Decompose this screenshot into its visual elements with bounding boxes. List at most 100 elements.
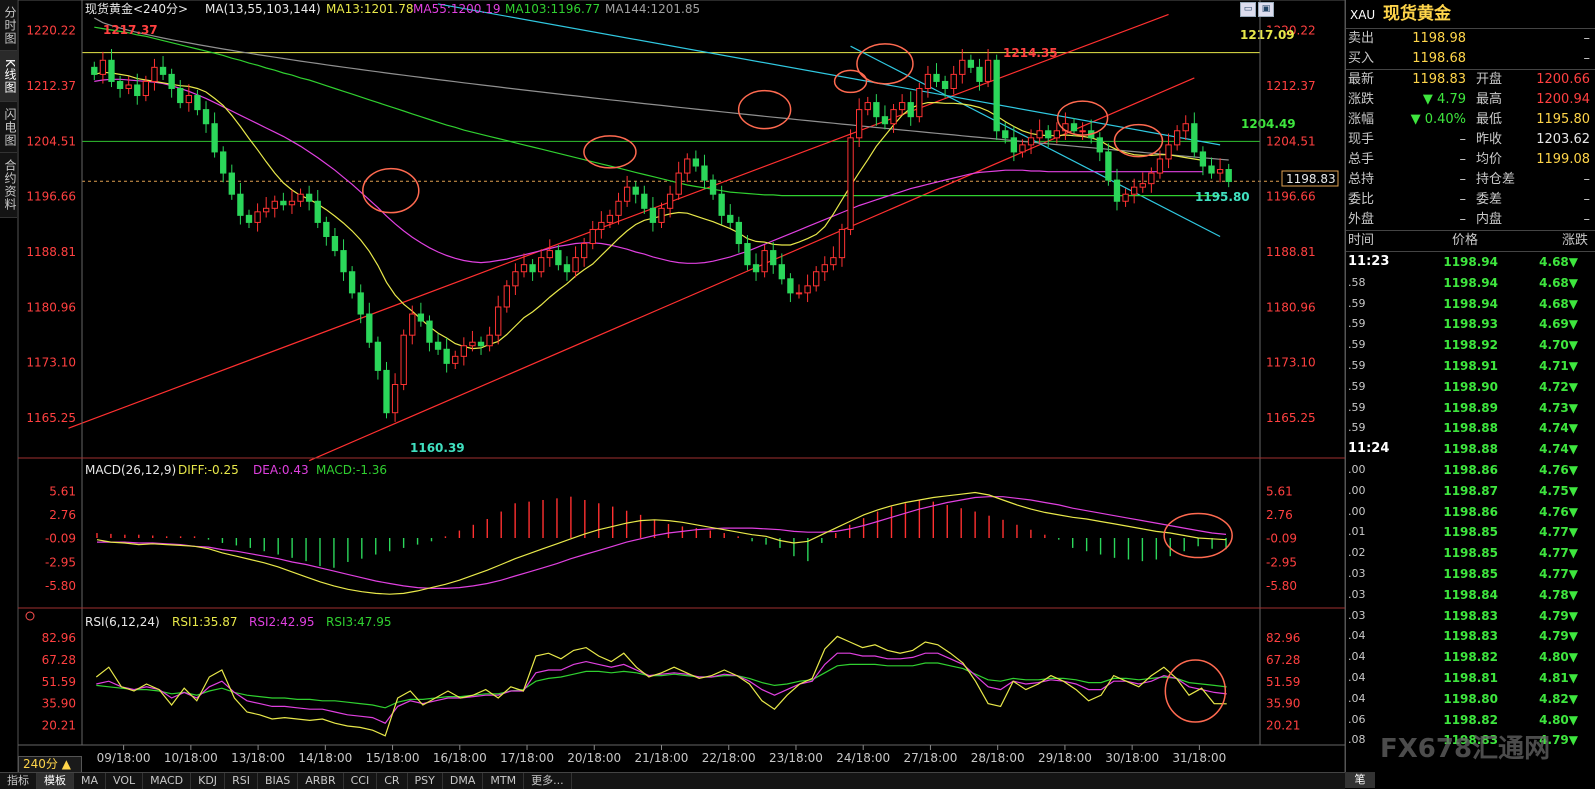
indicator-tab[interactable]: PSY xyxy=(408,773,443,789)
rsi1-label: RSI1:35.87 xyxy=(172,615,238,629)
quote-label: 持仓差 xyxy=(1476,172,1516,187)
rsi1-line xyxy=(95,635,1227,737)
ma-label: MA(13,55,103,144) xyxy=(205,2,321,16)
indicator-tab[interactable]: ARBR xyxy=(298,773,344,789)
period-selector[interactable]: 240分 ▲ xyxy=(18,756,82,773)
ma55-line xyxy=(94,78,1203,264)
candle-body xyxy=(907,102,914,118)
trade-time: .59 xyxy=(1348,421,1366,435)
candle-body xyxy=(1182,123,1189,132)
indicator-tab[interactable]: VOL xyxy=(106,773,144,789)
candle-body xyxy=(142,80,150,97)
price-tick-left: 1165.25 xyxy=(26,411,76,425)
candle-body xyxy=(1165,144,1172,160)
trades-header-time: 时间 xyxy=(1348,233,1375,248)
trade-time: .04 xyxy=(1348,650,1366,664)
rsi2-line xyxy=(96,652,1227,724)
tab-timeshare[interactable]: 分时图 xyxy=(0,0,17,51)
candle-body xyxy=(185,95,192,104)
highlight-circle xyxy=(737,89,792,130)
trade-row: .03 1198.84 4.78▼ xyxy=(1346,585,1595,606)
indicator-tab[interactable]: KDJ xyxy=(191,773,226,789)
trade-price: 1198.94 xyxy=(1443,275,1498,290)
trade-price: 1198.94 xyxy=(1443,255,1498,269)
quote-value: – xyxy=(1583,172,1591,187)
quote-label: 委差 xyxy=(1476,192,1503,207)
quote-value: 1198.83 xyxy=(1412,72,1466,87)
candle-body xyxy=(357,292,364,315)
candle-body xyxy=(993,59,1000,132)
indicator-tab[interactable]: 模板 xyxy=(37,773,74,789)
price-tick-left: 1188.81 xyxy=(26,245,76,259)
trade-change: 4.77▼ xyxy=(1539,566,1578,581)
x-tick-label: 15/18:00 xyxy=(366,751,420,765)
indicator-tab[interactable]: 指标 xyxy=(0,773,37,789)
trade-time: .04 xyxy=(1348,670,1366,684)
quote-label: 最低 xyxy=(1476,112,1503,127)
candle-body xyxy=(821,264,828,273)
candle-body xyxy=(813,271,820,287)
candle-body xyxy=(838,228,846,259)
rsi-tick-right: 35.90 xyxy=(1266,697,1300,711)
trade-change: 4.72▼ xyxy=(1539,379,1578,394)
level-top-label: 1217.09 xyxy=(1240,28,1295,42)
candle-body xyxy=(1113,179,1121,202)
trade-row: .59 1198.88 4.74▼ xyxy=(1346,418,1595,439)
trade-time: 11:23 xyxy=(1348,254,1390,269)
trade-time: .02 xyxy=(1348,546,1366,560)
quote-value: 1195.80 xyxy=(1536,112,1590,127)
candle-body xyxy=(460,345,468,357)
indicator-tab[interactable]: BIAS xyxy=(258,773,299,789)
indicator-tab[interactable]: MA xyxy=(74,773,107,789)
macd-tick-right: -2.95 xyxy=(1266,555,1297,569)
candle-body xyxy=(855,109,863,139)
tab-flash[interactable]: 闪电图 xyxy=(0,102,17,153)
trade-row: 11:23 1198.94 4.68▼ xyxy=(1346,252,1595,273)
rsi3-line xyxy=(96,662,1227,709)
trade-change: 4.77▼ xyxy=(1539,546,1578,561)
trade-time: .03 xyxy=(1348,608,1366,622)
trade-change: 4.75▼ xyxy=(1539,483,1578,498)
candle-body xyxy=(984,59,992,82)
candle-body xyxy=(452,355,459,364)
candle-body xyxy=(641,193,648,209)
maximize-icon[interactable]: ▣ xyxy=(1258,2,1274,17)
rsi-tick-right: 82.96 xyxy=(1266,631,1300,645)
tab-kline[interactable]: K线图 xyxy=(0,51,17,102)
indicator-tab[interactable]: DMA xyxy=(443,773,484,789)
candle-body xyxy=(701,165,708,181)
indicator-tab[interactable]: 更多... xyxy=(524,773,572,789)
level-mid-label: 1204.49 xyxy=(1241,117,1296,131)
trade-price: 1198.84 xyxy=(1443,587,1498,602)
quote-label: 涨幅 xyxy=(1348,112,1375,127)
tab-contract-info[interactable]: 合约资料 xyxy=(0,153,17,218)
brush-button[interactable]: 笔 xyxy=(1345,772,1375,788)
rsi-tick-left: 82.96 xyxy=(42,631,76,645)
price-tick-right: 1180.96 xyxy=(1266,300,1316,314)
indicator-tab[interactable]: CR xyxy=(377,773,408,789)
macd-tick-right: 2.76 xyxy=(1266,508,1293,522)
candle-body xyxy=(305,193,313,202)
restore-icon[interactable]: ▭ xyxy=(1240,2,1256,17)
candle-body xyxy=(1156,158,1164,174)
quote-value: 1203.62 xyxy=(1536,132,1590,147)
rsi-tick-left: 67.28 xyxy=(42,653,76,667)
trade-row: .00 1198.86 4.76▼ xyxy=(1346,460,1595,481)
quote-value: – xyxy=(1583,31,1591,46)
price-tick-left: 1180.96 xyxy=(26,300,76,314)
price-tick-right: 1196.66 xyxy=(1266,190,1316,204)
rsi-chart: 82.96 82.96 67.28 67.28 51.59 51.59 35.90 35.90… xyxy=(42,631,1300,737)
trade-time: .03 xyxy=(1348,587,1366,601)
indicator-tab[interactable]: RSI xyxy=(225,773,258,789)
trades-list[interactable]: 11:23 1198.94 4.68▼ .58 1198.94 4.68▼ .59 1198.… xyxy=(1346,252,1595,751)
x-tick-label: 20/18:00 xyxy=(567,751,621,765)
candle-body xyxy=(434,341,442,350)
settings-icon xyxy=(25,611,35,621)
indicator-tab[interactable]: CCI xyxy=(344,773,378,789)
macd-tick-left: -0.09 xyxy=(45,532,76,546)
chart-frame xyxy=(17,0,1346,788)
indicator-tab[interactable]: MACD xyxy=(143,773,192,789)
candle-body xyxy=(1045,130,1052,139)
candle-body xyxy=(752,264,760,273)
indicator-tab[interactable]: MTM xyxy=(483,773,525,789)
